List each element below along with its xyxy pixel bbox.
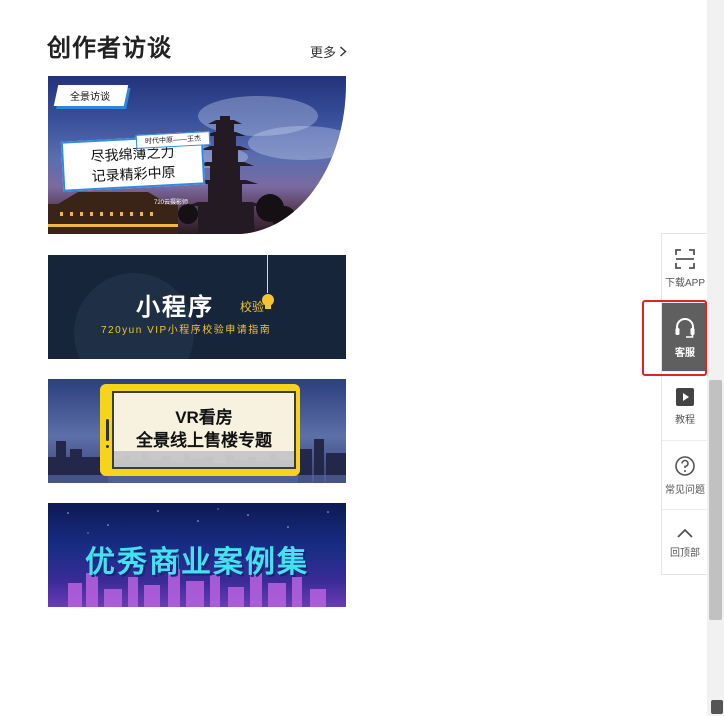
tool-label: 客服 <box>675 347 695 359</box>
more-link[interactable]: 更多 <box>310 42 347 61</box>
tool-label: 常见问题 <box>665 484 705 496</box>
banner-title: 优秀商业案例集 <box>85 546 309 579</box>
banner-vr-house[interactable]: VR看房 全景线上售楼专题 <box>48 379 346 483</box>
lamp-wire <box>267 255 268 293</box>
download-app-button[interactable]: 下载APP <box>662 234 708 303</box>
tool-label: 教程 <box>675 414 695 426</box>
scan-icon <box>675 248 695 269</box>
banner-title: VR看房 <box>175 408 233 427</box>
tutorial-button[interactable]: 教程 <box>662 372 708 441</box>
banner-business-cases[interactable]: 优秀商业案例集 <box>48 503 346 607</box>
banner-mini-program[interactable]: 小程序 校验 720yun VIP小程序校验申请指南 <box>48 255 346 359</box>
tool-label: 回顶部 <box>670 547 700 559</box>
banner-description: 720yun VIP小程序校验申请指南 <box>101 325 272 336</box>
banner-subtitle: 校验 <box>240 300 265 314</box>
headset-icon <box>675 317 695 338</box>
phone-button <box>106 419 109 441</box>
banner-tag: 全景访谈 <box>53 85 129 106</box>
question-icon <box>675 455 695 476</box>
back-to-top-button[interactable]: 回顶部 <box>662 510 708 574</box>
chevron-up-icon <box>677 528 693 538</box>
faq-button[interactable]: 常见问题 <box>662 441 708 510</box>
trash-icon[interactable] <box>711 700 723 714</box>
section-title: 创作者访谈 <box>47 35 172 62</box>
phone-dot <box>106 445 109 448</box>
floating-toolbar: 下载APP 客服 教程 常见问题 回顶部 <box>661 233 708 575</box>
customer-service-button[interactable]: 客服 <box>662 303 708 372</box>
banner-creator-interview[interactable]: 全景访谈 尽我绵薄之力 记录精彩中原 时代中原——王杰 720云摄影师 <box>48 76 346 234</box>
more-label: 更多 <box>310 45 337 60</box>
tool-label: 下载APP <box>664 277 705 289</box>
banner-title: 小程序 <box>136 294 214 321</box>
banner-subtitle: 全景线上售楼专题 <box>136 431 272 450</box>
skyline-silhouette <box>114 451 294 467</box>
chevron-right-icon <box>340 46 347 57</box>
scrollbar-thumb[interactable] <box>709 380 722 620</box>
phone-screen: VR看房 全景线上售楼专题 <box>112 391 296 469</box>
banner-credit: 720云摄影师 <box>154 200 189 206</box>
play-icon <box>676 387 694 406</box>
